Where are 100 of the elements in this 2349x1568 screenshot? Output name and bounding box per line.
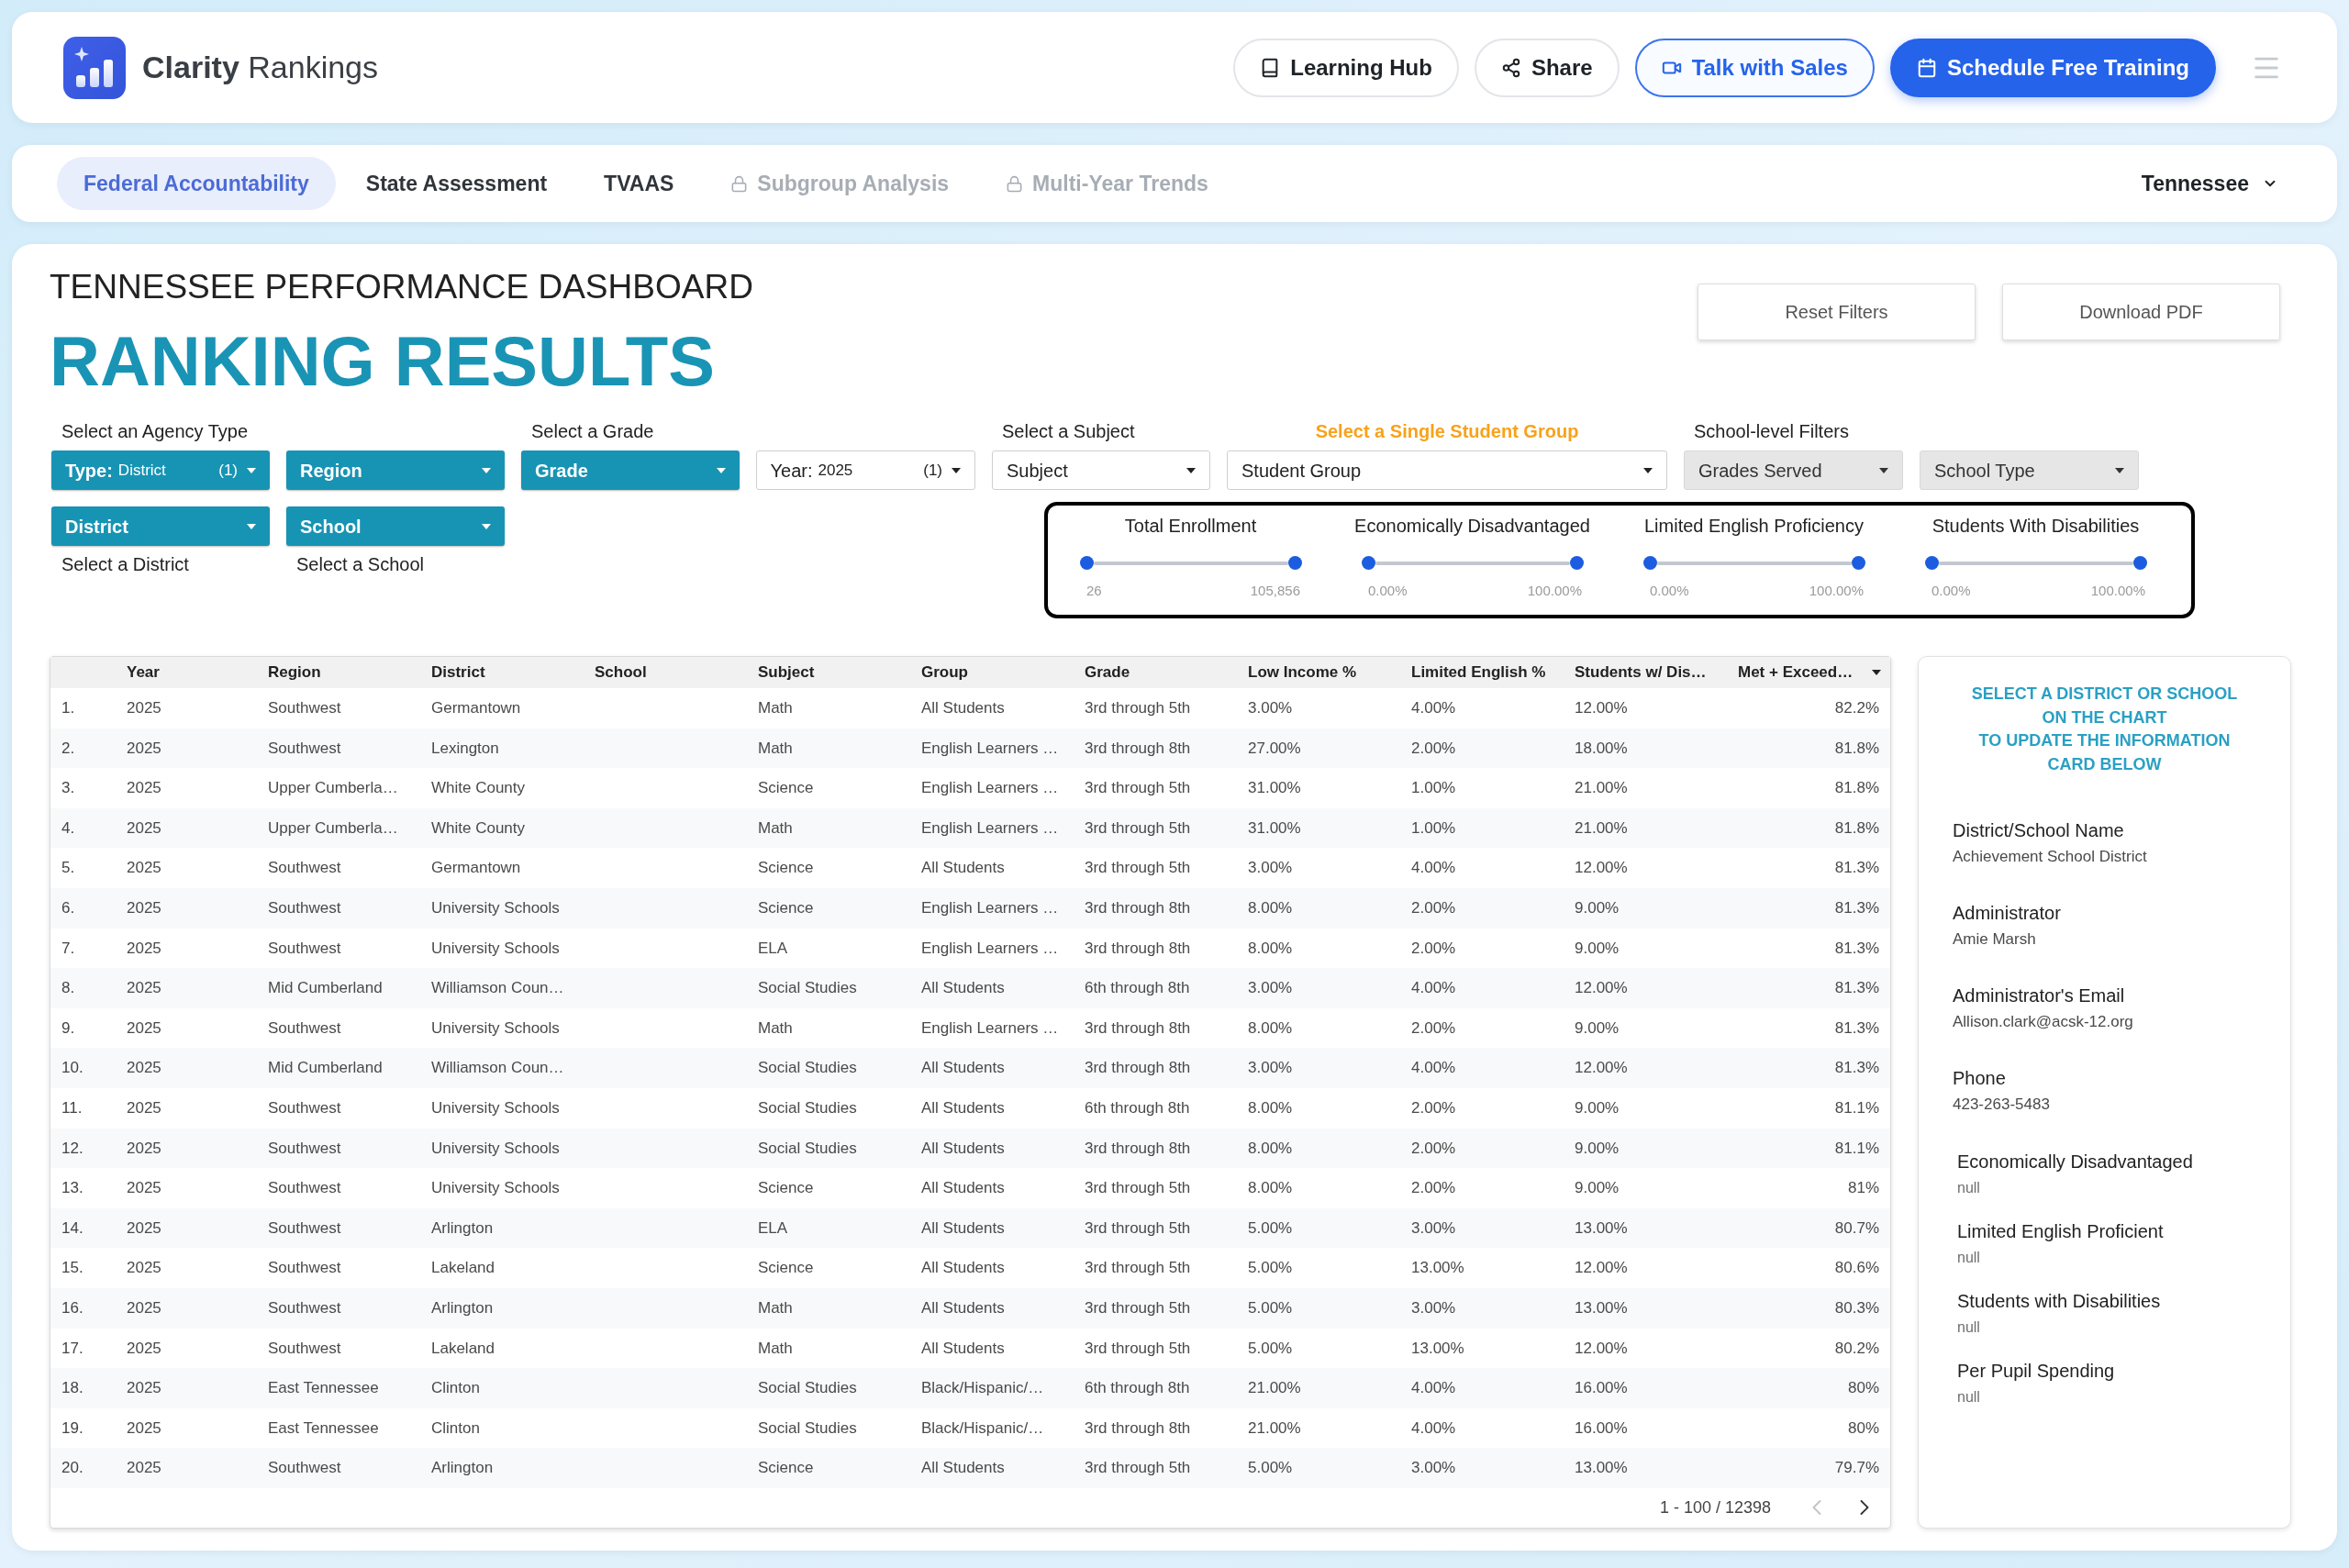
table-cell-text: All Students	[920, 1458, 1006, 1479]
slider-handle[interactable]	[2132, 556, 2147, 570]
column-header[interactable]: Met + Exceed…	[1729, 661, 1890, 684]
column-header[interactable]: District	[422, 661, 585, 684]
column-header[interactable]: Grade	[1075, 661, 1239, 684]
table-cell-text: Lakeland	[430, 1338, 495, 1359]
table-cell-text: Southwest	[267, 1218, 342, 1239]
table-cell-text: 80%	[1846, 1378, 1880, 1399]
field-value: 423-263-5483	[1953, 1095, 2051, 1116]
slider-handle[interactable]	[1924, 556, 1939, 570]
slider-handle[interactable]	[1079, 556, 1094, 570]
slider-handle[interactable]	[1287, 556, 1302, 570]
row-number: 4.	[61, 817, 76, 839]
table-cell-text: University Schools	[430, 1138, 561, 1159]
table-cell-text: 2025	[126, 978, 162, 999]
column-header[interactable]: Low Income %	[1239, 661, 1402, 684]
table-cell-text: 81.8%	[1833, 778, 1880, 799]
table-cell-text: 1.00%	[1410, 817, 1457, 839]
logo-icon	[63, 36, 126, 99]
filter-dropdown[interactable]: Subject	[992, 450, 1210, 490]
table-cell-text: 2.00%	[1410, 738, 1457, 759]
table-cell-text: 5.00%	[1247, 1297, 1294, 1318]
slider-handle[interactable]	[1361, 556, 1375, 570]
row-number: 18.	[61, 1378, 84, 1399]
panel-button[interactable]: Download PDF	[2002, 284, 2280, 340]
slider-handle[interactable]	[1642, 556, 1657, 570]
column-header[interactable]: Region	[259, 661, 422, 684]
header-button[interactable]: Schedule Free Training	[1889, 38, 2216, 97]
row-number: 12.	[61, 1138, 84, 1159]
filter-dropdown[interactable]: Student Group	[1227, 450, 1667, 490]
table-cell-text: East Tennessee	[267, 1378, 380, 1399]
table-cell-text: 9.00%	[1574, 898, 1620, 918]
header-button[interactable]: Learning Hub	[1233, 38, 1459, 97]
table-cell-text: 2025	[126, 898, 162, 918]
panel-button[interactable]: Reset Filters	[1698, 284, 1976, 340]
tab[interactable]: Federal Accountability	[57, 157, 336, 210]
filter-dropdown[interactable]: District	[51, 506, 270, 546]
column-header[interactable]: Students w/ Dis…	[1565, 661, 1729, 684]
table-cell-text: Southwest	[267, 938, 342, 959]
table-cell-text: 12.00%	[1574, 1058, 1629, 1079]
table-cell-text: 4.00%	[1410, 978, 1457, 999]
row-number: 9.	[61, 1018, 76, 1039]
filter-dropdown[interactable]: Type: District (1)	[51, 450, 270, 490]
slider-handle[interactable]	[1851, 556, 1865, 570]
table-cell-text: 80.3%	[1833, 1297, 1880, 1318]
table-cell-text: 3rd through 5th	[1084, 858, 1192, 879]
column-header[interactable]: School	[585, 661, 749, 684]
table-cell-text: 3rd through 5th	[1084, 1458, 1192, 1479]
slider-handle[interactable]	[1569, 556, 1584, 570]
table-cell-text: 21.00%	[1247, 1378, 1302, 1399]
table-cell-text: English Learners …	[920, 1018, 1060, 1039]
table-cell-text: 13.00%	[1410, 1338, 1465, 1359]
slider-min-label: 0.00%	[1368, 583, 1408, 599]
tab[interactable]: State Assessment	[339, 157, 574, 210]
filter-dropdown[interactable]: Grades Served	[1684, 450, 1903, 490]
table-cell-text: 3rd through 5th	[1084, 778, 1192, 799]
filter-dropdown[interactable]: School Type	[1920, 450, 2139, 490]
caret-icon	[2115, 467, 2124, 473]
state-selector[interactable]: Tennessee	[2141, 167, 2278, 200]
filter-dropdown[interactable]: Region	[286, 450, 505, 490]
filter-dropdown[interactable]: Year: 2025 (1)	[755, 450, 975, 490]
table-cell-text: All Students	[920, 1218, 1006, 1239]
table-cell-text: English Learners …	[920, 778, 1060, 799]
table-cell-text: Mid Cumberland	[267, 1058, 384, 1079]
column-header[interactable]: Group	[912, 661, 1075, 684]
table-cell-text: 3.00%	[1247, 858, 1294, 879]
slider-title: Students With Disabilities	[1932, 515, 2140, 537]
table-cell-text: 2.00%	[1410, 898, 1457, 918]
filter-dropdown[interactable]: School	[286, 506, 505, 546]
lock-icon	[1006, 174, 1024, 193]
share-icon	[1500, 57, 1521, 78]
filter-dropdown[interactable]: Grade	[521, 450, 740, 490]
table-cell-text: English Learners …	[920, 898, 1060, 918]
column-header[interactable]: Limited English %	[1402, 661, 1565, 684]
caret-icon	[1186, 467, 1196, 473]
field-label: Economically Disadvantaged	[1957, 1151, 2194, 1173]
row-number: 11.	[61, 1098, 83, 1118]
table-cell-text: 16.00%	[1574, 1418, 1629, 1439]
header-button[interactable]: Talk with Sales	[1634, 38, 1875, 97]
table-cell-text: Social Studies	[757, 978, 858, 999]
table-cell-text: 81.3%	[1833, 978, 1880, 999]
header-button[interactable]: Share	[1474, 38, 1620, 97]
table-cell-text: Williamson Coun…	[430, 1058, 565, 1079]
tab[interactable]: TVAAS	[577, 157, 701, 210]
table-cell-text: East Tennessee	[267, 1418, 380, 1439]
column-header[interactable]: Subject	[749, 661, 912, 684]
table-cell-text: 2.00%	[1410, 1018, 1457, 1039]
table-cell-text: 2025	[126, 858, 162, 879]
table-cell-text: 79.7%	[1833, 1458, 1880, 1479]
table-cell-text: Social Studies	[757, 1138, 858, 1159]
row-number: 20.	[61, 1458, 84, 1479]
field-value: Amie Marsh	[1953, 929, 2037, 951]
table-cell-text: 12.00%	[1574, 698, 1629, 719]
slider-max-label: 105,856	[1250, 583, 1300, 599]
table-cell-text: Southwest	[267, 1138, 342, 1159]
table-cell-text: 2025	[126, 1178, 162, 1199]
table-cell-text: Southwest	[267, 1338, 342, 1359]
column-header[interactable]: Year	[117, 661, 259, 684]
table-cell-text: All Students	[920, 1338, 1006, 1359]
table-cell-text: 1.00%	[1410, 778, 1457, 799]
